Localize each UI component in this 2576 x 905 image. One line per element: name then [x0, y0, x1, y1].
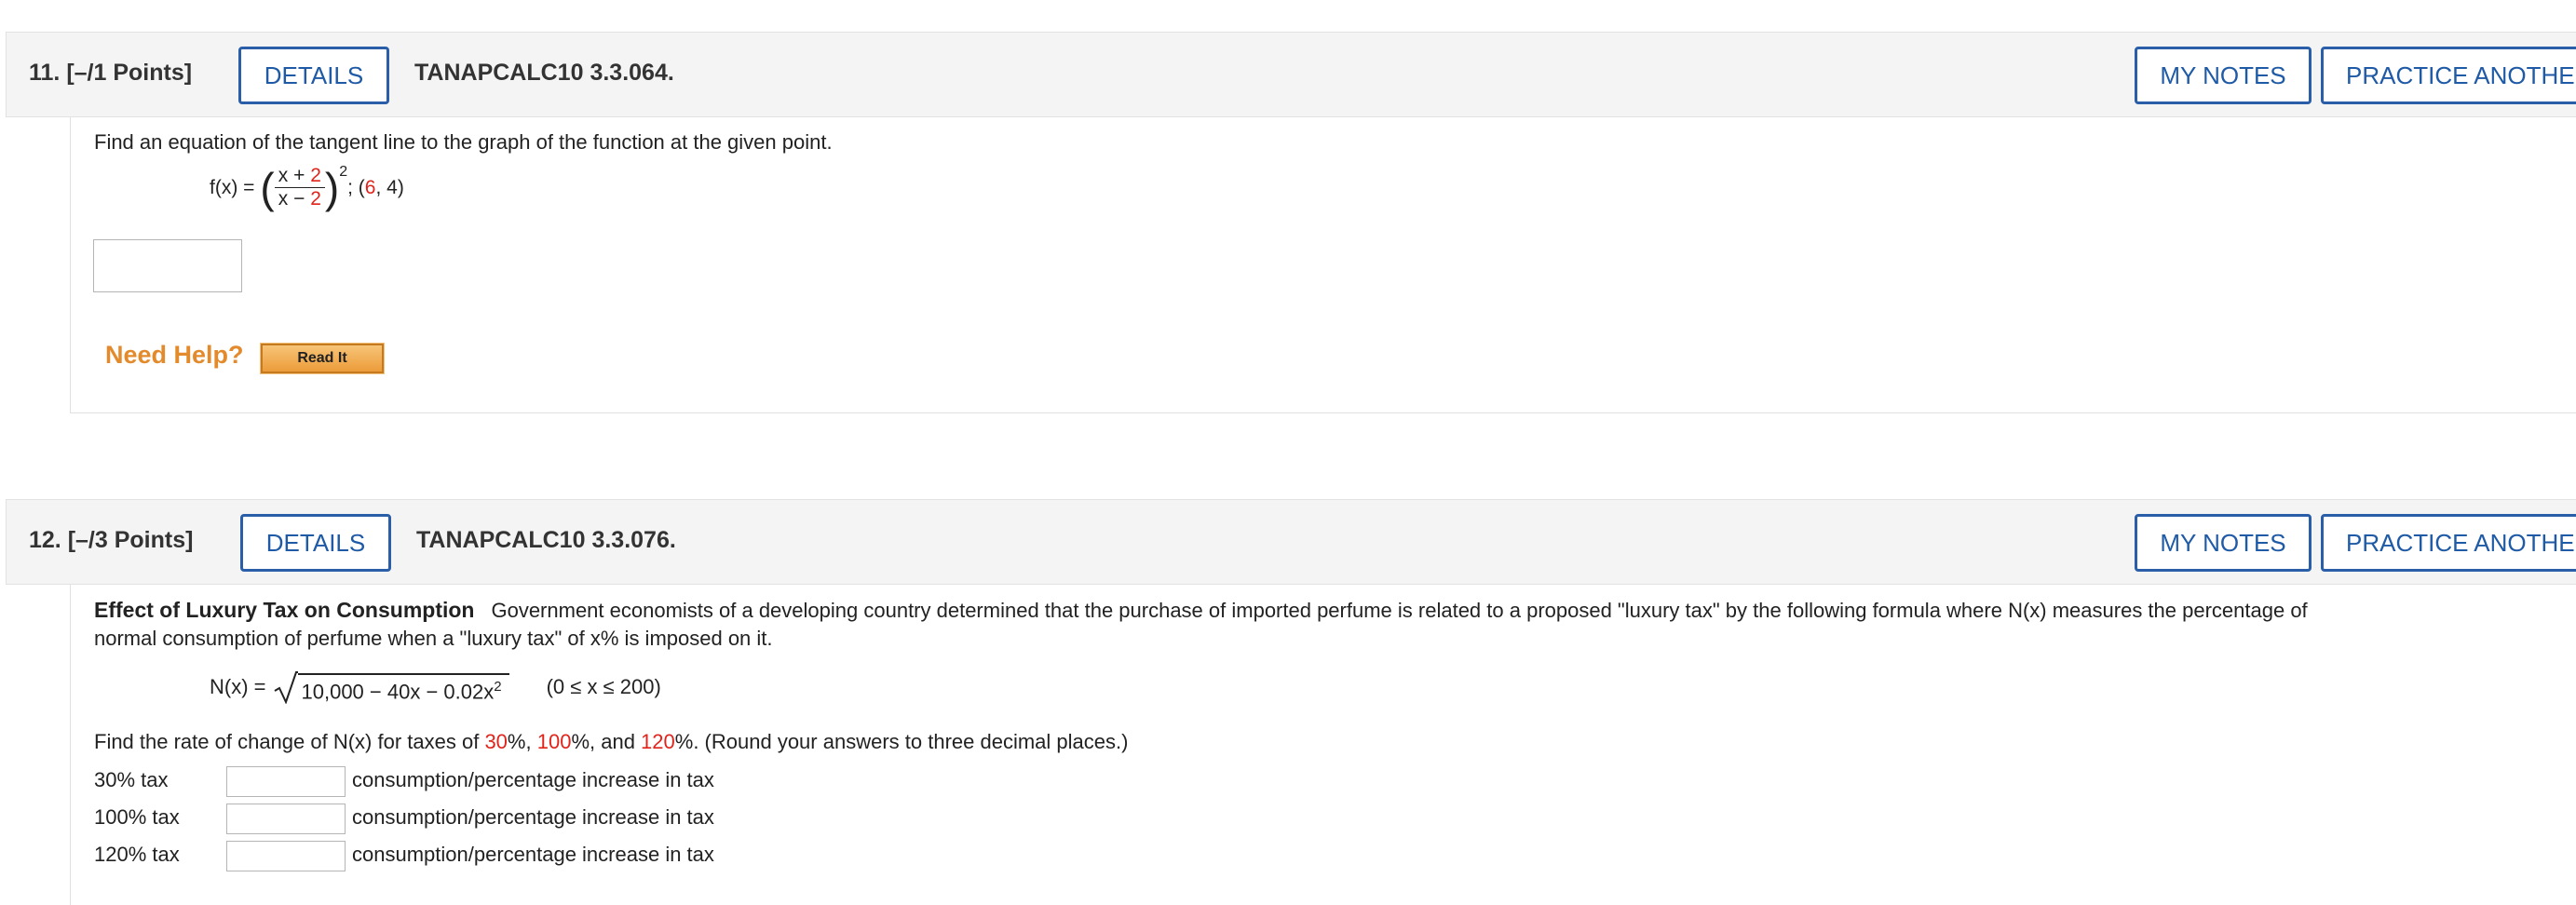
row-label-120: 120% tax	[94, 843, 180, 866]
practice-another-button[interactable]: PRACTICE ANOTHER	[2321, 514, 2576, 572]
my-notes-button[interactable]: MY NOTES	[2135, 47, 2312, 104]
right-paren: )	[324, 163, 340, 212]
fraction: x + 2 x − 2	[274, 166, 325, 209]
read-it-button[interactable]: Read It	[260, 343, 385, 374]
left-paren: (	[260, 163, 275, 212]
point: ; (6, 4)	[347, 176, 404, 198]
question-11-header: 11. [–/1 Points] DETAILS TANAPCALC10 3.3…	[6, 32, 2576, 117]
function-formula: f(x) = ( x + 2 x − 2 ) 2 ; (6, 4)	[210, 163, 404, 212]
need-help-label: Need Help?	[105, 341, 244, 369]
radicand: 10,000 − 40x − 0.02x2	[297, 672, 509, 704]
consumption-formula: N(x) = 10,000 − 40x − 0.02x2 (0 ≤ x ≤ 20…	[210, 670, 661, 704]
exponent: 2	[339, 164, 348, 180]
rate-instruction: Find the rate of change of N(x) for taxe…	[94, 730, 1129, 753]
answer-input-100[interactable]	[226, 804, 346, 834]
fraction-denominator: x − 2	[278, 188, 321, 209]
question-number-points: 12. [–/3 Points]	[29, 527, 194, 553]
practice-another-button[interactable]: PRACTICE ANOTHER	[2321, 47, 2576, 104]
problem-title: Effect of Luxury Tax on Consumption	[94, 598, 475, 622]
question-12-header: 12. [–/3 Points] DETAILS TANAPCALC10 3.3…	[6, 499, 2576, 585]
description-line-2: normal consumption of perfume when a "lu…	[94, 627, 773, 650]
row-unit-30: consumption/percentage increase in tax	[352, 768, 714, 791]
my-notes-button[interactable]: MY NOTES	[2135, 514, 2312, 572]
domain: (0 ≤ x ≤ 200)	[546, 675, 661, 698]
row-unit-100: consumption/percentage increase in tax	[352, 805, 714, 829]
fraction-numerator: x + 2	[274, 166, 325, 188]
row-label-100: 100% tax	[94, 805, 180, 829]
question-prompt: Find an equation of the tangent line to …	[94, 130, 833, 154]
tangent-line-answer-input[interactable]	[93, 239, 242, 292]
answer-input-30[interactable]	[226, 766, 346, 797]
function-label: f(x) =	[210, 176, 255, 198]
details-button[interactable]: DETAILS	[240, 514, 391, 572]
problem-description: Effect of Luxury Tax on Consumption Gover…	[94, 596, 2308, 653]
nx-label: N(x) =	[210, 675, 266, 698]
radical-sign-icon	[273, 671, 298, 704]
square-root: 10,000 − 40x − 0.02x2	[273, 670, 509, 704]
question-12-body: Effect of Luxury Tax on Consumption Gover…	[70, 585, 2576, 905]
row-label-30: 30% tax	[94, 768, 169, 791]
question-code: TANAPCALC10 3.3.076.	[416, 527, 676, 553]
question-code: TANAPCALC10 3.3.064.	[414, 60, 674, 86]
details-button[interactable]: DETAILS	[238, 47, 389, 104]
row-unit-120: consumption/percentage increase in tax	[352, 843, 714, 866]
answer-input-120[interactable]	[226, 841, 346, 871]
question-11-body: Find an equation of the tangent line to …	[70, 117, 2576, 413]
description-line-1: Government economists of a developing co…	[491, 599, 2308, 622]
question-number-points: 11. [–/1 Points]	[29, 60, 193, 86]
